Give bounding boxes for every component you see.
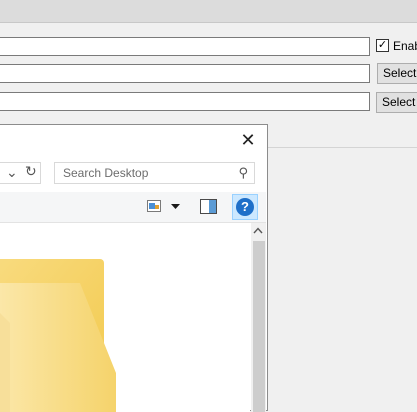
- file-dialog: ✕ ⌄ ↻ Search Desktop ⚲ ?: [0, 124, 268, 412]
- search-input[interactable]: Search Desktop ⚲: [54, 162, 255, 184]
- select-button-2[interactable]: Select C: [376, 92, 417, 113]
- enable-checkbox[interactable]: ✓: [376, 39, 389, 52]
- view-options-icon[interactable]: [147, 200, 161, 212]
- vertical-scrollbar[interactable]: [251, 223, 266, 412]
- scroll-up-icon[interactable]: [253, 227, 263, 234]
- close-icon[interactable]: ✕: [239, 131, 257, 149]
- divider: [268, 147, 417, 148]
- text-field-2[interactable]: [0, 64, 370, 83]
- help-icon: ?: [236, 198, 254, 216]
- help-button[interactable]: ?: [232, 194, 258, 220]
- select-button-1[interactable]: Select 1: [377, 63, 417, 84]
- text-field-3[interactable]: [0, 92, 370, 111]
- file-list-pane: [0, 223, 250, 412]
- search-icon[interactable]: ⚲: [238, 165, 248, 181]
- folder-icon[interactable]: [0, 253, 120, 412]
- search-placeholder: Search Desktop: [63, 166, 149, 180]
- view-dropdown-icon[interactable]: [171, 204, 180, 209]
- window-title-bar: [0, 0, 417, 23]
- preview-pane-icon[interactable]: [200, 199, 217, 214]
- scrollbar-thumb[interactable]: [253, 241, 265, 412]
- command-toolbar: ?: [0, 192, 266, 223]
- enable-checkbox-label: Enab: [393, 39, 417, 53]
- text-field-1[interactable]: [0, 37, 370, 56]
- chevron-down-icon[interactable]: ⌄: [6, 164, 18, 181]
- refresh-icon[interactable]: ↻: [25, 163, 37, 180]
